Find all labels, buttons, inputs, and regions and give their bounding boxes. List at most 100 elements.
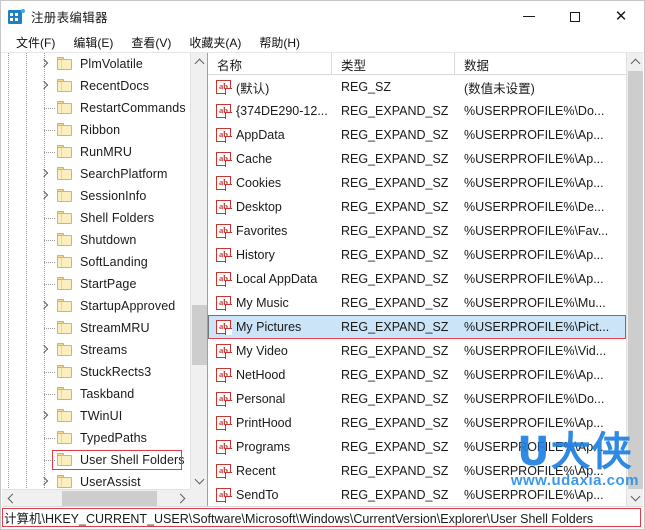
- registry-values-list[interactable]: ab (默认) REG_SZ (数值未设置) ab {374DE290-12... REG_…: [208, 75, 626, 506]
- minimize-button[interactable]: [506, 1, 552, 32]
- tree-item-label: Shell Folders: [80, 211, 155, 225]
- value-data: (数值未设置): [464, 81, 535, 96]
- table-row[interactable]: ab My Video REG_EXPAND_SZ %USERPROFILE%\Vid…: [208, 339, 626, 363]
- table-row[interactable]: ab Local AppData REG_EXPAND_SZ %USERPROFILE…: [208, 267, 626, 291]
- chevron-right-icon[interactable]: [39, 477, 49, 487]
- tree-hscroll-thumb[interactable]: [62, 491, 157, 506]
- column-header-data[interactable]: 数据: [455, 53, 619, 75]
- folder-icon: [57, 145, 72, 158]
- tree-item-label: User Shell Folders: [80, 453, 185, 467]
- folder-icon: [57, 79, 72, 92]
- tree-item-shell-folders[interactable]: Shell Folders: [2, 207, 190, 229]
- tree-item-user-shell-folders[interactable]: User Shell Folders: [2, 449, 190, 471]
- list-vertical-scrollbar[interactable]: [626, 53, 643, 506]
- folder-icon: [57, 431, 72, 444]
- chevron-right-icon[interactable]: [39, 345, 49, 355]
- registry-editor-window: 注册表编辑器 ✕ 文件(F) 编辑(E) 查看(V) 收藏夹(A) 帮助(H) …: [0, 0, 645, 530]
- chevron-right-icon[interactable]: [39, 59, 49, 69]
- tree-vscroll-thumb[interactable]: [192, 305, 207, 365]
- tree-item-searchplatform[interactable]: SearchPlatform: [2, 163, 190, 185]
- tree-scroll-up-icon[interactable]: [191, 53, 207, 70]
- value-name: My Pictures: [236, 320, 302, 334]
- column-header-type[interactable]: 类型: [332, 53, 455, 75]
- tree-item-sessioninfo[interactable]: SessionInfo: [2, 185, 190, 207]
- tree-vertical-scrollbar[interactable]: [190, 53, 207, 489]
- string-value-icon: ab: [216, 176, 232, 191]
- tree-guide-lines: [2, 449, 48, 471]
- table-row[interactable]: ab History REG_EXPAND_SZ %USERPROFILE%\Ap..…: [208, 243, 626, 267]
- tree-item-label: RunMRU: [80, 145, 132, 159]
- value-type: REG_EXPAND_SZ: [341, 152, 449, 166]
- string-value-icon: ab: [216, 104, 232, 119]
- table-row[interactable]: ab NetHood REG_EXPAND_SZ %USERPROFILE%\Ap..…: [208, 363, 626, 387]
- string-value-icon: ab: [216, 152, 232, 167]
- tree-scroll-down-icon[interactable]: [191, 472, 207, 489]
- tree-item-ribbon[interactable]: Ribbon: [2, 119, 190, 141]
- tree-item-taskband[interactable]: Taskband: [2, 383, 190, 405]
- menu-bar: 文件(F) 编辑(E) 查看(V) 收藏夹(A) 帮助(H): [1, 32, 644, 53]
- tree-item-restartcommands[interactable]: RestartCommands: [2, 97, 190, 119]
- table-row[interactable]: ab Cache REG_EXPAND_SZ %USERPROFILE%\Ap...: [208, 147, 626, 171]
- tree-item-softlanding[interactable]: SoftLanding: [2, 251, 190, 273]
- table-row[interactable]: ab PrintHood REG_EXPAND_SZ %USERPROFILE%\Ap…: [208, 411, 626, 435]
- table-row[interactable]: ab (默认) REG_SZ (数值未设置): [208, 75, 626, 99]
- tree-item-label: StartPage: [80, 277, 137, 291]
- table-row[interactable]: ab AppData REG_EXPAND_SZ %USERPROFILE%\Ap..…: [208, 123, 626, 147]
- chevron-right-icon[interactable]: [39, 301, 49, 311]
- tree-item-recentdocs[interactable]: RecentDocs: [2, 75, 190, 97]
- tree-item-shutdown[interactable]: Shutdown: [2, 229, 190, 251]
- value-name: My Music: [236, 296, 289, 310]
- value-data: %USERPROFILE%\Ap...: [464, 368, 604, 382]
- tree-horizontal-scrollbar[interactable]: [2, 489, 190, 506]
- tree-item-label: Ribbon: [80, 123, 121, 137]
- menu-favorites[interactable]: 收藏夹(A): [180, 33, 250, 52]
- tree-scroll-right-icon[interactable]: [173, 490, 190, 506]
- tree-item-plmvolatile[interactable]: PlmVolatile: [2, 53, 190, 75]
- value-data: %USERPROFILE%\Ap...: [464, 128, 604, 142]
- table-row[interactable]: ab Programs REG_EXPAND_SZ %USERPROFILE%\Ap.…: [208, 435, 626, 459]
- table-row[interactable]: ab Favorites REG_EXPAND_SZ %USERPROFILE%\Fa…: [208, 219, 626, 243]
- value-data: %USERPROFILE%\Ap...: [464, 464, 604, 478]
- string-value-icon: ab: [216, 392, 232, 407]
- table-row[interactable]: ab SendTo REG_EXPAND_SZ %USERPROFILE%\Ap...: [208, 483, 626, 506]
- tree-item-streammru[interactable]: StreamMRU: [2, 317, 190, 339]
- tree-connector-line: [44, 372, 56, 373]
- table-row[interactable]: ab My Music REG_EXPAND_SZ %USERPROFILE%\Mu.…: [208, 291, 626, 315]
- list-vscroll-thumb[interactable]: [628, 71, 643, 491]
- tree-item-startupapproved[interactable]: StartupApproved: [2, 295, 190, 317]
- value-name: Desktop: [236, 200, 282, 214]
- chevron-right-icon[interactable]: [39, 191, 49, 201]
- table-row[interactable]: ab Desktop REG_EXPAND_SZ %USERPROFILE%\De..…: [208, 195, 626, 219]
- menu-edit[interactable]: 编辑(E): [64, 33, 122, 52]
- tree-scroll-left-icon[interactable]: [2, 490, 19, 506]
- close-button[interactable]: ✕: [598, 1, 644, 32]
- table-row[interactable]: ab Cookies REG_EXPAND_SZ %USERPROFILE%\Ap..…: [208, 171, 626, 195]
- tree-item-streams[interactable]: Streams: [2, 339, 190, 361]
- list-scroll-down-icon[interactable]: [627, 489, 643, 506]
- list-scroll-up-icon[interactable]: [627, 53, 643, 70]
- table-row[interactable]: ab Recent REG_EXPAND_SZ %USERPROFILE%\Ap...: [208, 459, 626, 483]
- chevron-right-icon[interactable]: [39, 411, 49, 421]
- menu-file[interactable]: 文件(F): [7, 33, 64, 52]
- table-row[interactable]: ab Personal REG_EXPAND_SZ %USERPROFILE%\Do.…: [208, 387, 626, 411]
- value-data: %USERPROFILE%\Ap...: [464, 440, 604, 454]
- maximize-button[interactable]: [552, 1, 598, 32]
- chevron-right-icon[interactable]: [39, 169, 49, 179]
- tree-item-label: Streams: [80, 343, 128, 357]
- value-name: History: [236, 248, 275, 262]
- table-row[interactable]: ab {374DE290-12... REG_EXPAND_SZ %USERPROFI…: [208, 99, 626, 123]
- tree-item-startpage[interactable]: StartPage: [2, 273, 190, 295]
- menu-help[interactable]: 帮助(H): [250, 33, 309, 52]
- value-type: REG_EXPAND_SZ: [341, 344, 449, 358]
- registry-tree[interactable]: PlmVolatile RecentDocs RestartCommands Ribb…: [2, 53, 190, 489]
- tree-item-userassist[interactable]: UserAssist: [2, 471, 190, 489]
- menu-view[interactable]: 查看(V): [122, 33, 180, 52]
- chevron-right-icon[interactable]: [39, 81, 49, 91]
- tree-item-typedpaths[interactable]: TypedPaths: [2, 427, 190, 449]
- tree-item-stuckrects3[interactable]: StuckRects3: [2, 361, 190, 383]
- tree-item-twinui[interactable]: TWinUI: [2, 405, 190, 427]
- column-header-name[interactable]: 名称: [208, 53, 332, 75]
- table-row[interactable]: ab My Pictures REG_EXPAND_SZ %USERPROFILE%\…: [208, 315, 626, 339]
- value-type: REG_EXPAND_SZ: [341, 416, 449, 430]
- tree-item-runmru[interactable]: RunMRU: [2, 141, 190, 163]
